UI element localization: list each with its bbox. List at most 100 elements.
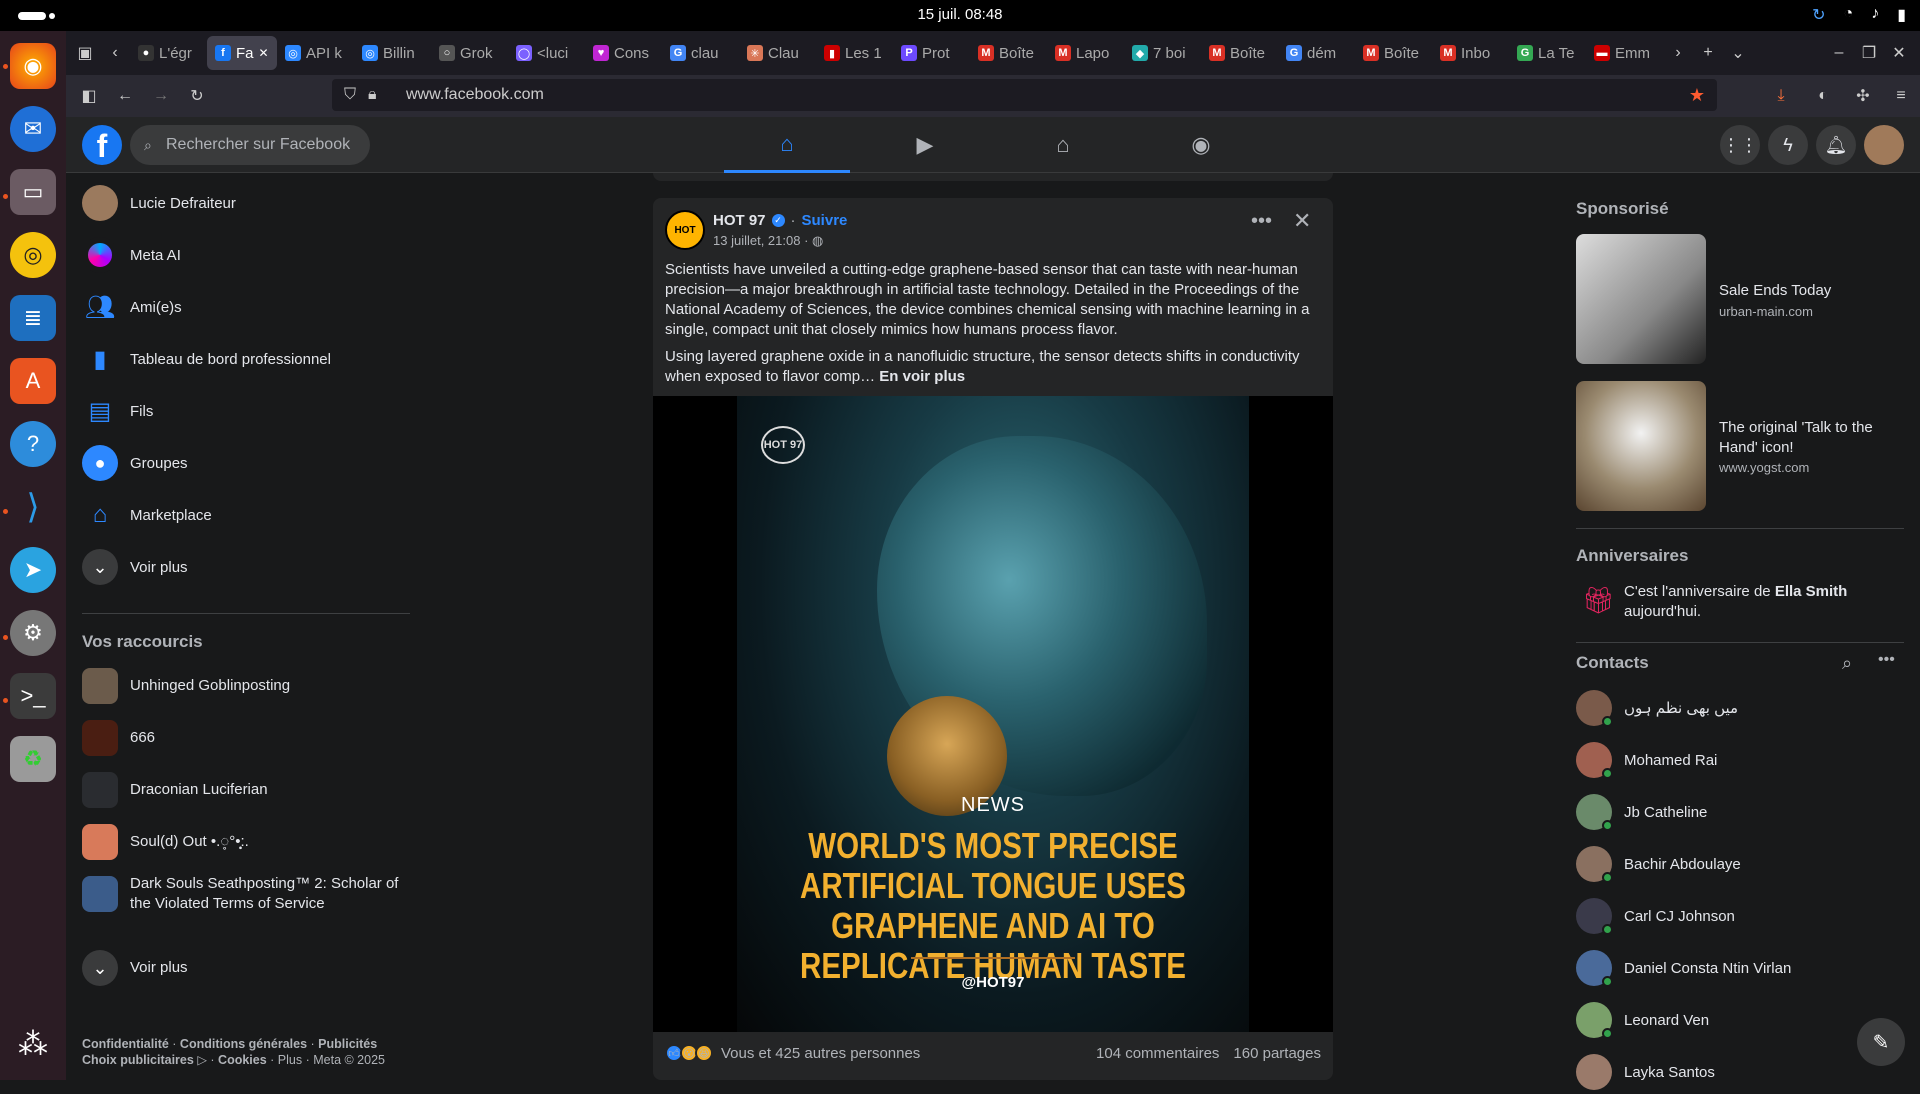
sidebar-toggle-icon[interactable]: ◧	[74, 86, 104, 106]
list-tabs-icon[interactable]: ⌄	[1723, 43, 1753, 63]
see-more-link[interactable]: En voir plus	[879, 368, 965, 385]
shortcut-item[interactable]: 666	[82, 716, 412, 760]
contact-item[interactable]: میں بھی نظم ہوں	[1576, 686, 1738, 730]
post-options-icon[interactable]: •••	[1251, 210, 1272, 233]
shortcut-item[interactable]: Draconian Luciferian	[82, 768, 412, 812]
left-menu-item[interactable]: Meta AI	[82, 233, 181, 277]
messenger-button[interactable]: ϟ	[1768, 125, 1808, 165]
battery-icon[interactable]: ▮	[1897, 5, 1906, 25]
shortcut-item[interactable]: ⌄ Voir plus	[82, 946, 412, 990]
close-tab-icon[interactable]: ✕	[259, 46, 269, 60]
browser-tab[interactable]: ◯ <luci	[508, 36, 585, 70]
ad-title[interactable]: The original 'Talk to the Hand' icon!	[1719, 418, 1899, 458]
downloads-icon[interactable]: ⤓	[1766, 87, 1796, 105]
new-tab-icon[interactable]: +	[1693, 44, 1723, 62]
browser-tab[interactable]: P Prot	[893, 36, 970, 70]
back-icon[interactable]: ←	[110, 87, 140, 105]
profile-avatar-button[interactable]	[1864, 125, 1904, 165]
shortcut-item[interactable]: Dark Souls Seathposting™ 2: Scholar of t…	[82, 872, 412, 916]
hide-post-icon[interactable]: ✕	[1293, 208, 1311, 234]
browser-tab[interactable]: ✳ Clau	[739, 36, 816, 70]
post-author-avatar[interactable]: HOT	[665, 210, 705, 250]
contact-item[interactable]: Mohamed Rai	[1576, 738, 1717, 782]
shortcut-item[interactable]: Soul(d) Out •.◌̥°•̥̩:.	[82, 820, 412, 864]
restore-icon[interactable]: ❐	[1854, 43, 1884, 63]
telegram-icon[interactable]: ➤	[10, 547, 56, 593]
browser-tab[interactable]: ◎ Billin	[354, 36, 431, 70]
cookies-link[interactable]: Cookies	[218, 1053, 267, 1067]
tabs-scroll-right-icon[interactable]: ›	[1663, 44, 1693, 62]
wifi-icon[interactable]: ◔	[1844, 5, 1854, 25]
ad-image-shirt[interactable]	[1576, 234, 1706, 364]
account-icon[interactable]: ◐	[1808, 87, 1838, 105]
facebook-search-input[interactable]: ⌕ Rechercher sur Facebook	[130, 125, 370, 165]
ad-url[interactable]: www.yogst.com	[1719, 460, 1809, 475]
reload-icon[interactable]: ↻	[182, 86, 212, 106]
menu-grid-button[interactable]: ⋮⋮	[1720, 125, 1760, 165]
more-link[interactable]: Plus	[278, 1053, 302, 1067]
tabs-scroll-left-icon[interactable]: ‹	[100, 44, 130, 62]
post-author-name[interactable]: HOT 97	[713, 212, 766, 229]
ads-link[interactable]: Publicités	[318, 1037, 377, 1051]
notifications-button[interactable]: 🔔︎	[1816, 125, 1856, 165]
thunderbird-icon[interactable]: ✉	[10, 106, 56, 152]
rhythmbox-icon[interactable]: ◎	[10, 232, 56, 278]
browser-tab[interactable]: M Boîte	[970, 36, 1047, 70]
browser-tab[interactable]: ◎ API k	[277, 36, 354, 70]
files-icon[interactable]: ▭	[10, 169, 56, 215]
url-text[interactable]: www.facebook.com	[406, 86, 544, 104]
left-menu-item[interactable]: ⌂ Marketplace	[82, 493, 212, 537]
browser-tab[interactable]: ▬ Emm	[1586, 36, 1663, 70]
ad-title[interactable]: Sale Ends Today	[1719, 281, 1831, 301]
privacy-link[interactable]: Confidentialité	[82, 1037, 169, 1051]
left-menu-item[interactable]: ⌄ Voir plus	[82, 545, 188, 589]
ad-choices-link[interactable]: Choix publicitaires	[82, 1053, 194, 1067]
contact-item[interactable]: Carl CJ Johnson	[1576, 894, 1735, 938]
contact-item[interactable]: Daniel Consta Ntin Virlan	[1576, 946, 1791, 990]
close-window-icon[interactable]: ✕	[1884, 43, 1914, 63]
groups-tab[interactable]: ◉	[1138, 117, 1264, 173]
reactions-count[interactable]: Vous et 425 autres personnes	[721, 1045, 920, 1062]
extensions-icon[interactable]: ✣	[1848, 86, 1878, 106]
contacts-search-icon[interactable]: ⌕	[1842, 653, 1852, 674]
help-icon[interactable]: ?	[10, 421, 56, 467]
show-apps-icon[interactable]: ⁂	[10, 1021, 56, 1067]
left-menu-item[interactable]: ● Groupes	[82, 441, 188, 485]
shortcut-item[interactable]: Unhinged Goblinposting	[82, 664, 412, 708]
settings-icon[interactable]: ⚙	[10, 610, 56, 656]
browser-tab[interactable]: ◆ 7 boi	[1124, 36, 1201, 70]
tracking-shield-icon[interactable]: ⛉	[344, 86, 356, 104]
contact-item[interactable]: Layka Santos	[1576, 1050, 1715, 1094]
new-message-button[interactable]: ✎	[1857, 1018, 1905, 1066]
browser-tab[interactable]: f Fa ✕	[207, 36, 277, 70]
writer-icon[interactable]: ≣	[10, 295, 56, 341]
ad-image-statue[interactable]	[1576, 381, 1706, 511]
bookmark-star-icon[interactable]: ★	[1689, 85, 1705, 106]
lock-icon[interactable]: 🔒︎	[368, 86, 377, 104]
browser-tab[interactable]: G La Te	[1509, 36, 1586, 70]
contact-item[interactable]: Bachir Abdoulaye	[1576, 842, 1741, 886]
birthday-notice[interactable]: C'est l'anniversaire de Ella Smith aujou…	[1624, 582, 1894, 622]
volume-icon[interactable]: ♪	[1871, 5, 1879, 25]
app-menu-icon[interactable]: ≡	[1886, 87, 1916, 105]
browser-tab[interactable]: Gclau	[662, 36, 739, 70]
left-menu-item[interactable]: Lucie Defraiteur	[82, 181, 236, 225]
forward-icon[interactable]: →	[146, 87, 176, 105]
post-image[interactable]: HOT 97 NEWS WORLD'S MOST PRECISE ARTIFIC…	[653, 396, 1333, 1032]
browser-tab[interactable]: ♥ Cons	[585, 36, 662, 70]
system-clock[interactable]: 15 juil. 08:48	[0, 6, 1920, 23]
browser-tab[interactable]: Gdém	[1278, 36, 1355, 70]
terminal-icon[interactable]: >_	[10, 673, 56, 719]
system-tray[interactable]: ↻ ◔ ♪ ▮	[1812, 5, 1906, 25]
app-center-icon[interactable]: A	[10, 358, 56, 404]
browser-tab[interactable]: ○ Grok	[431, 36, 508, 70]
browser-tab[interactable]: ● L'égr	[130, 36, 207, 70]
left-menu-item[interactable]: ▤ Fils	[82, 389, 154, 433]
left-menu-item[interactable]: 👥︎ Ami(e)s	[82, 285, 182, 329]
facebook-logo-icon[interactable]: f	[82, 125, 122, 165]
browser-tab[interactable]: M Boîte	[1201, 36, 1278, 70]
haha-reaction-icon[interactable]: 😆︎	[695, 1044, 713, 1062]
home-tab[interactable]: ⌂	[724, 117, 850, 173]
browser-tab[interactable]: M Lapo	[1047, 36, 1124, 70]
comments-count[interactable]: 104 commentaires	[1096, 1045, 1219, 1062]
